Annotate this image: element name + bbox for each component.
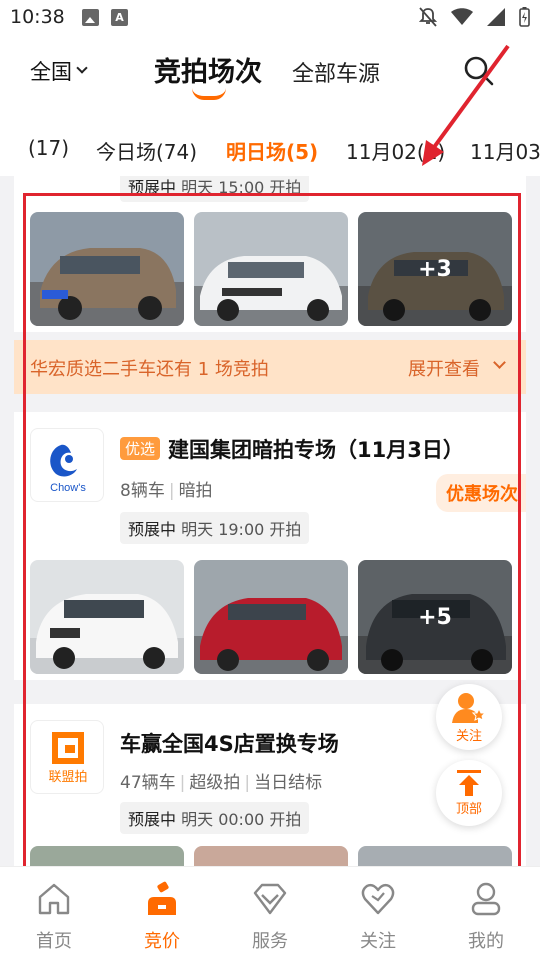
auction-type: 超级拍 (189, 773, 241, 793)
car-photo[interactable]: +3 (358, 212, 512, 326)
mute-icon (419, 7, 437, 27)
car-photo[interactable] (30, 560, 184, 674)
date-tab[interactable]: (17) (28, 136, 69, 160)
nav-follow[interactable]: 关注 (324, 881, 432, 953)
more-photos-count: +3 (358, 212, 512, 326)
more-photos-count: +5 (358, 560, 512, 674)
tab-all-cars[interactable]: 全部车源 (292, 56, 380, 88)
home-icon (38, 883, 70, 915)
follow-icon (452, 692, 486, 723)
status-label: 预展中 (128, 178, 177, 197)
status-pill: 预展中 明天 19:00 开拍 (120, 512, 310, 544)
follow-label: 关注 (455, 728, 482, 744)
arrow-up-icon (457, 769, 481, 796)
heart-icon (361, 883, 395, 915)
nav-label: 竞价 (144, 931, 180, 952)
dealer-logo: 联盟拍 (30, 720, 104, 794)
expand-button[interactable]: 展开查看 (408, 355, 480, 381)
date-tab-nov03[interactable]: 11月03 (470, 136, 540, 165)
nav-home[interactable]: 首页 (0, 881, 108, 953)
dealer-logo-text: 联盟拍 (48, 770, 87, 785)
nav-profile[interactable]: 我的 (432, 881, 540, 953)
car-photo[interactable]: +5 (358, 560, 512, 674)
promo-badge: 优惠场次 (436, 474, 526, 512)
status-time: 明天 15:00 开拍 (181, 178, 302, 197)
app-header: 全国 竞拍场次 全部车源 (0, 36, 540, 120)
nav-label: 关注 (360, 931, 396, 952)
status-time: 10:38 (10, 6, 65, 28)
car-photo[interactable] (194, 560, 348, 674)
wifi-icon (451, 8, 473, 25)
battery-icon (519, 7, 530, 27)
auction-title-text: 建国集团暗拍专场（11月3日） (168, 438, 464, 462)
auction-card[interactable]: Chow's 优选 建国集团暗拍专场（11月3日） 8辆车 | 暗拍 优惠场次 预展中… (14, 412, 526, 680)
car-photo[interactable] (194, 212, 348, 326)
dealer-logo-text: Chow's (50, 482, 86, 494)
status-bar: 10:38 A (0, 0, 540, 36)
nav-label: 服务 (252, 931, 288, 952)
auction-meta: 47辆车 | 超级拍 | 当日结标 (120, 773, 323, 793)
status-pill: 预展中 明天 00:00 开拍 (120, 802, 310, 834)
date-tab-nov02[interactable]: 11月02(1) (346, 136, 445, 165)
nav-service[interactable]: 服务 (216, 881, 324, 953)
tab-auction-sessions[interactable]: 竞拍场次 (154, 50, 262, 89)
car-photo[interactable] (358, 846, 512, 866)
auction-type: 暗拍 (178, 481, 213, 501)
car-count: 47辆车 (120, 773, 176, 793)
settle-type: 当日结标 (254, 773, 323, 793)
region-label: 全国 (30, 60, 72, 84)
status-pill: 预展中 明天 15:00 开拍 (120, 176, 310, 202)
car-photo[interactable] (30, 846, 184, 866)
car-photo[interactable] (194, 846, 348, 866)
nav-label: 我的 (468, 931, 504, 952)
auction-title[interactable]: 优选 建国集团暗拍专场（11月3日） (120, 434, 464, 464)
status-label: 预展中 (128, 810, 177, 829)
banner-text: 华宏质选二手车还有 1 场竞拍 (30, 359, 269, 380)
chevron-down-icon (493, 356, 506, 369)
auction-icon (148, 881, 176, 915)
region-selector[interactable]: 全国 (30, 56, 88, 86)
date-tab-tomorrow[interactable]: 明日场(5) (226, 136, 318, 165)
user-icon (471, 882, 501, 916)
date-tab-bar: (17) 今日场(74) 明日场(5) 11月02(1) 11月03 (0, 120, 540, 176)
car-photo[interactable] (30, 212, 184, 326)
gallery-notification-icon (82, 9, 99, 26)
car-count: 8辆车 (120, 481, 165, 501)
diamond-icon (253, 883, 287, 915)
status-time: 明天 19:00 开拍 (181, 520, 302, 539)
auction-card[interactable]: 预展中 明天 15:00 开拍 +3 (14, 176, 526, 332)
auction-title[interactable]: 车赢全国4S店置换专场 (120, 728, 339, 758)
top-label: 顶部 (455, 801, 482, 817)
auction-list[interactable]: 预展中 明天 15:00 开拍 +3 华宏质选二手车还有 1 场竞拍 展开查看 … (0, 176, 540, 866)
follow-button[interactable]: 关注 (436, 684, 502, 750)
status-label: 预展中 (128, 520, 177, 539)
signal-icon (487, 8, 505, 26)
dealer-logo: Chow's (30, 428, 104, 502)
chevron-down-icon (76, 62, 88, 74)
text-notification-icon: A (111, 9, 128, 26)
bottom-nav: 首页 竞价 服务 关注 我的 (0, 866, 540, 960)
featured-tag: 优选 (120, 437, 161, 460)
search-icon[interactable] (462, 54, 496, 88)
nav-label: 首页 (36, 931, 72, 952)
active-tab-indicator (192, 88, 226, 100)
status-time: 明天 00:00 开拍 (181, 810, 302, 829)
more-auctions-banner[interactable]: 华宏质选二手车还有 1 场竞拍 展开查看 (14, 340, 526, 394)
back-to-top-button[interactable]: 顶部 (436, 760, 502, 826)
date-tab-today[interactable]: 今日场(74) (96, 136, 197, 165)
auction-meta: 8辆车 | 暗拍 (120, 481, 213, 501)
nav-auction[interactable]: 竞价 (108, 881, 216, 953)
